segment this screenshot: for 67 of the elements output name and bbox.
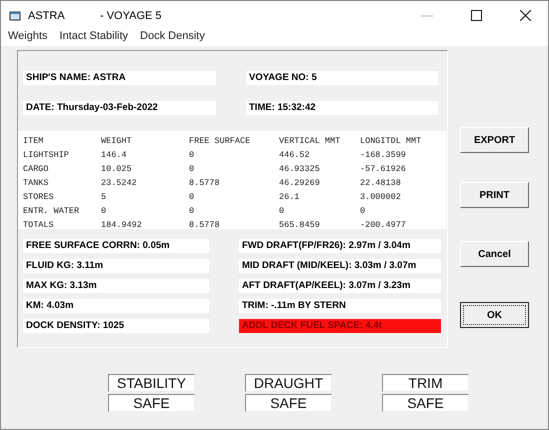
stability-field: FLUID KG: 3.11m [23,259,209,273]
table-cell-text: 10.025 [101,164,133,174]
column-header: VERTICAL MMT [279,136,342,146]
dialog-button[interactable]: Cancel [460,241,529,267]
status-value: SAFE [245,394,332,412]
table-cell-text: ENTR. WATER [23,206,80,216]
dialog-button[interactable]: EXPORT [460,127,529,153]
table-cell-text: TANKS [23,178,50,188]
draft-field: TRIM: -.11m BY STERN [239,299,441,313]
table-cell-text: -200.4977 [360,220,407,230]
table-cell-text: 184.9492 [101,220,143,230]
column-header: FREE SURFACE [189,136,252,146]
status-label: DRAUGHT [245,374,332,392]
table-cell-text: 0 [279,206,286,216]
stability-field: MAX KG: 3.13m [23,279,209,293]
table-cell-text: 565.8459 [279,220,321,230]
table-cell-text: -57.61926 [360,164,407,174]
close-icon[interactable] [520,10,531,21]
table-cell-text: 3.000002 [360,192,402,202]
table-cell-text: 46.93325 [279,164,321,174]
table-cell-text: 446.52 [279,150,311,160]
column-header: LONGITDL MMT [360,136,422,146]
stability-field: KM: 4.03m [23,299,209,313]
table-cell-text: 0 [189,206,196,216]
info-field: VOYAGE NO: 5 [246,71,438,85]
status-value: SAFE [108,394,195,412]
table-cell-text: TOTALS [23,220,55,230]
table-cell-text: 8.5778 [189,178,221,188]
status-label: TRIM [382,374,469,392]
app-icon [9,10,22,22]
dialog-button[interactable]: OK [460,302,529,328]
table-cell-text: 5 [101,192,108,202]
window-title: ASTRA [28,10,66,22]
table-cell-text: 23.5242 [101,178,138,188]
table-cell-text: 0 [189,164,196,174]
info-field: DATE: Thursday-03-Feb-2022 [23,101,216,115]
table-cell-text: 0 [189,192,196,202]
draft-field: AFT DRAFT(AP/KEEL): 3.07m / 3.23m [239,279,441,293]
table-cell-text: 26.1 [279,192,300,202]
column-header: ITEM [23,136,44,146]
info-field: TIME: 15:32:42 [246,101,438,115]
table-cell-text: -168.3599 [360,150,407,160]
window-subtitle: - VOYAGE 5 [100,10,162,22]
table-cell-text: 8.5778 [189,220,221,230]
table-cell-text: STORES [23,192,55,202]
status-label: STABILITY [108,374,195,392]
table-cell-text: 0 [360,206,366,216]
menu-item[interactable]: Weights [8,30,48,46]
table-cell-text: LIGHTSHIP [23,150,70,160]
info-field: SHIP'S NAME: ASTRA [23,71,216,85]
stability-field: DOCK DENSITY: 1025 [23,319,209,333]
menu-item[interactable]: Intact Stability [60,30,128,46]
status-value: SAFE [382,394,469,412]
draft-field: ADDL DECK FUEL SPACE: 4.4t [239,319,441,333]
table-cell-text: 0 [101,206,108,216]
draft-field: FWD DRAFT(FP/FR26): 2.97m / 3.04m [239,239,441,253]
dialog-button[interactable]: PRINT [460,182,529,208]
menu-item[interactable]: Dock Density [140,30,205,46]
table-cell-text: 22.48138 [360,178,402,188]
table-cell-text: 146.4 [101,150,128,160]
column-header: WEIGHT [101,136,133,146]
maximize-icon[interactable] [471,10,482,21]
table-cell-text: 46.29269 [279,178,321,188]
table-cell-text: CARGO [23,164,50,174]
table-cell-text: 0 [189,150,196,160]
stability-field: FREE SURFACE CORRN: 0.05m [23,239,209,253]
draft-field: MID DRAFT (MID/KEEL): 3.03m / 3.07m [239,259,441,273]
